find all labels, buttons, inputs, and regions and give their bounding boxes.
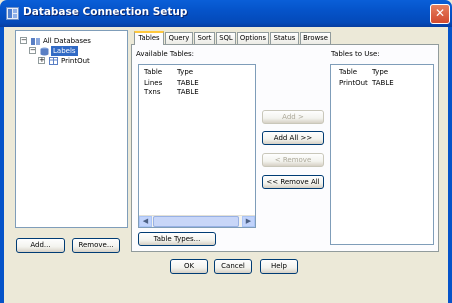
tables-tab-panel: Available Tables: Tables to Use: Table T… xyxy=(131,44,439,252)
remove-database-button[interactable]: Remove... xyxy=(72,238,120,253)
dialog-footer xyxy=(4,281,448,303)
to-use-row-table[interactable]: PrintOut xyxy=(339,79,368,87)
tree-item-label: All Databases xyxy=(43,37,91,45)
available-row-table[interactable]: Txns xyxy=(144,88,161,96)
column-header-type[interactable]: Type xyxy=(372,68,388,76)
tables-to-use-label: Tables to Use: xyxy=(331,50,380,58)
cancel-button[interactable]: Cancel xyxy=(214,259,252,274)
ok-button[interactable]: OK xyxy=(170,259,208,274)
expand-icon[interactable]: + xyxy=(38,57,45,64)
collapse-icon[interactable]: − xyxy=(20,37,27,44)
horizontal-scrollbar[interactable]: ◀ ▶ xyxy=(139,215,255,227)
tables-to-use-list[interactable]: Table Type PrintOut TABLE xyxy=(330,64,434,245)
app-icon xyxy=(6,7,19,20)
available-row-type: TABLE xyxy=(177,88,199,96)
databases-icon xyxy=(31,37,40,45)
column-header-table[interactable]: Table xyxy=(144,68,162,76)
database-icon xyxy=(40,47,49,56)
window-frame-right xyxy=(448,27,452,303)
tab-sql[interactable]: SQL xyxy=(216,32,236,44)
database-tree[interactable]: − All Databases − Labels + PrintOut xyxy=(15,30,128,228)
help-button[interactable]: Help xyxy=(260,259,298,274)
tab-query[interactable]: Query xyxy=(165,32,193,44)
tab-browse[interactable]: Browse xyxy=(300,32,331,44)
to-use-row-type: TABLE xyxy=(372,79,394,87)
add-all-tables-button[interactable]: Add All >> xyxy=(262,131,324,145)
remove-table-button[interactable]: < Remove xyxy=(262,153,324,167)
close-icon: ✕ xyxy=(434,6,446,20)
tree-item-label: Labels xyxy=(51,46,78,56)
column-header-table[interactable]: Table xyxy=(339,68,357,76)
table-icon xyxy=(49,57,58,65)
available-tables-label: Available Tables: xyxy=(136,50,195,58)
remove-all-tables-button[interactable]: << Remove All xyxy=(262,175,324,189)
tab-tables[interactable]: Tables xyxy=(134,31,164,45)
tab-sort[interactable]: Sort xyxy=(194,32,215,44)
window-title: Database Connection Setup xyxy=(23,6,188,18)
tab-options[interactable]: Options xyxy=(237,32,269,44)
tab-status[interactable]: Status xyxy=(270,32,299,44)
available-row-table[interactable]: Lines xyxy=(144,79,162,87)
window-frame-left xyxy=(0,27,4,303)
add-database-button[interactable]: Add... xyxy=(16,238,65,253)
tree-item-label: PrintOut xyxy=(61,57,90,65)
close-button[interactable]: ✕ xyxy=(430,4,450,24)
scroll-right-icon[interactable]: ▶ xyxy=(242,216,255,227)
scroll-left-icon[interactable]: ◀ xyxy=(139,216,152,227)
scrollbar-thumb[interactable] xyxy=(153,216,239,227)
add-table-button[interactable]: Add > xyxy=(262,110,324,124)
collapse-icon[interactable]: − xyxy=(29,47,36,54)
column-header-type[interactable]: Type xyxy=(177,68,193,76)
available-tables-list[interactable]: Table Type Lines TABLE Txns TABLE ◀ ▶ xyxy=(138,64,256,228)
table-types-button[interactable]: Table Types... xyxy=(138,232,216,246)
available-row-type: TABLE xyxy=(177,79,199,87)
